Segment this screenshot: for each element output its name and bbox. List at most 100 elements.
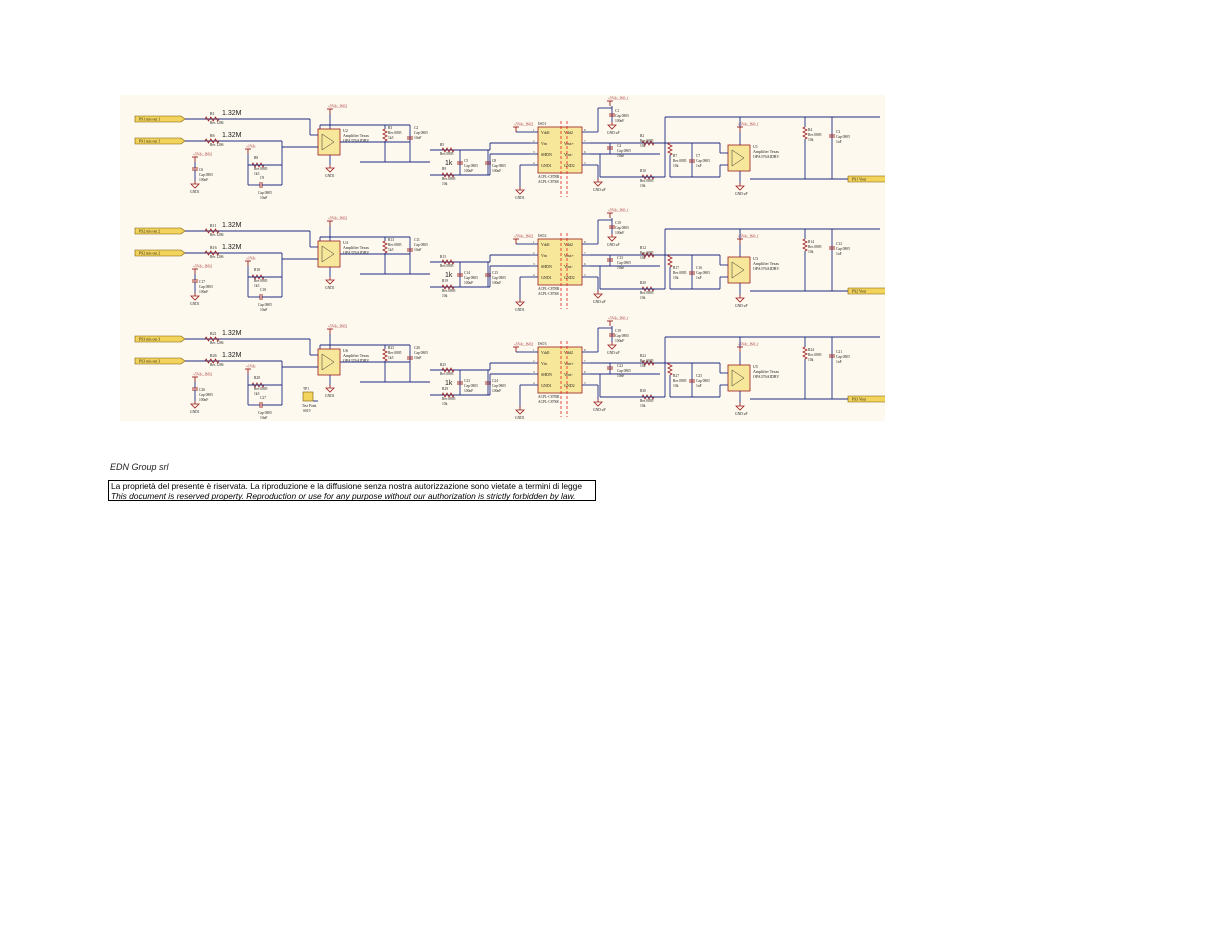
resistor-ref: R7: [673, 154, 677, 158]
iso-part: ACPL-C87BR: [538, 287, 560, 291]
capacitor-ref: C5: [464, 159, 468, 163]
capacitor-value: 1nF: [696, 164, 702, 168]
resistor-ref: R19: [442, 279, 448, 283]
supply-label: +5Vdc_ISO2: [328, 325, 347, 329]
resistor-pkg: Res 0805: [673, 379, 687, 383]
resistor-value: 10k: [442, 402, 448, 406]
iso-pin-label: Vdd1: [541, 130, 550, 135]
capacitor-ref: C19: [615, 329, 621, 333]
resistor-value: 1k: [445, 160, 453, 167]
capacitor-pkg: Cap 0805: [696, 271, 710, 275]
resistor-pkg: Res 0805: [673, 271, 687, 275]
ground-label: GND uP: [593, 300, 605, 304]
ground-label: GND1: [190, 302, 200, 306]
ground-symbol: [593, 293, 603, 299]
ground-symbol: [515, 189, 525, 195]
iso-pin-number: 5: [584, 161, 586, 165]
iso-pin-number: 3: [533, 370, 535, 374]
ground-label: GND uP: [593, 408, 605, 412]
opamp-symbol: [727, 144, 751, 172]
iso-pin-label: GND1: [541, 275, 552, 280]
resistor-pkg: Res 0805: [254, 167, 268, 171]
resistor-pkg: Res 1206: [210, 363, 224, 367]
capacitor-value: 10nF: [617, 374, 624, 378]
supply-label: +5Vdc_ISO_f: [608, 209, 629, 213]
resistor-value: 10k: [442, 182, 448, 186]
resistor-ref: R16: [210, 245, 217, 250]
resistor-ref: R6: [210, 133, 215, 138]
ground-label: GND1: [325, 286, 335, 290]
capacitor-value: 100nF: [615, 231, 624, 235]
opamp-symbol: [317, 128, 341, 156]
resistor-value: 10k: [640, 364, 646, 368]
iso-pin-number: 8: [584, 348, 586, 352]
capacitor-pkg: Cap 0805: [615, 226, 629, 230]
iso-pin-label: SHDN: [541, 152, 552, 157]
iso-pin-number: 1: [533, 128, 535, 132]
ground-label: GND uP: [607, 243, 619, 247]
supply-label: +5Vdc_ISO2: [328, 217, 347, 221]
resistor-pkg: Res 0805: [640, 179, 654, 183]
resistor-pkg: Res 0805: [640, 139, 654, 143]
ground-symbol: [325, 387, 335, 393]
iso-pin-label: Vin: [541, 141, 547, 146]
capacitor-pkg: Cap 0805: [492, 164, 506, 168]
capacitor-pkg: Cap 0805: [617, 149, 631, 153]
resistor-value: 10k: [640, 256, 646, 260]
resistor-pkg: Res 1206: [210, 255, 224, 259]
capacitor-ref: C16: [696, 266, 702, 270]
capacitor-ref: C27: [260, 396, 266, 400]
iso-pin-number: 8: [584, 240, 586, 244]
supply-label: +5Vdc_ISO_f: [608, 317, 629, 321]
iso-pin-number: 2: [533, 359, 535, 363]
resistor-value: 1k5: [254, 172, 260, 176]
capacitor-value: 10nF: [414, 248, 421, 252]
iso-pin-label: Vdd2: [564, 242, 573, 247]
capacitor-pkg: Cap 0805: [836, 355, 850, 359]
capacitor-pkg: Cap 0805: [258, 191, 272, 195]
capacitor-pkg: Cap 0805: [617, 261, 631, 265]
resistor-pkg: Res 0805: [673, 159, 687, 163]
resistor-pkg: Res 0805: [388, 131, 402, 135]
capacitor-ref: C12: [836, 242, 842, 246]
resistor-value: 1k5: [388, 356, 394, 360]
net-port-label: PS3 mis out 3: [139, 338, 160, 342]
resistor-ref: R12: [640, 246, 646, 250]
disclaimer-box: La proprietà del presente è riservata. L…: [108, 480, 596, 501]
iso-pin-label: Vout+: [564, 253, 574, 258]
resistor-R14: [802, 238, 808, 252]
net-port-label: PS1 mis out 1: [139, 140, 160, 144]
resistor-pkg: Res 1206: [210, 143, 224, 147]
channel-ch1: PS1 mis out 1 PS1 mis out 1 R1 Res 1206 1.32…: [134, 97, 885, 200]
iso-ref: ISO2: [538, 233, 546, 238]
ground-symbol: [735, 297, 745, 303]
capacitor-ref: C10: [615, 221, 621, 225]
iso-pin-number: 5: [584, 381, 586, 385]
iso-pin-label: Vin: [541, 253, 547, 258]
capacitor-ref: C18: [260, 288, 266, 292]
capacitor-ref: C1: [615, 109, 619, 113]
resistor-R3: [382, 128, 388, 142]
iso-pin-label: GND1: [541, 383, 552, 388]
iso-pin-label: Vdd1: [541, 350, 550, 355]
resistor-value: 10k: [442, 294, 448, 298]
resistor-value: 1k5: [388, 136, 394, 140]
resistor-ref: R26: [210, 353, 217, 358]
resistor-pkg: Res 0805: [640, 399, 654, 403]
opamp-symbol: [317, 240, 341, 268]
ground-symbol: [607, 124, 617, 130]
ground-label: GND1: [515, 416, 525, 420]
resistor-pkg: Res 0805: [808, 133, 822, 137]
resistor-ref: R13: [388, 238, 394, 242]
iso-pin-number: 7: [584, 251, 586, 255]
resistor-ref: R30: [640, 389, 646, 393]
capacitor-value: 1nF: [836, 252, 842, 256]
net-port-label: PS1 mis out 1: [139, 118, 160, 122]
resistor-R23: [382, 348, 388, 362]
resistor-R4: [802, 126, 808, 140]
iso-pin-label: Vout-: [564, 152, 573, 157]
iso-pin-number: 1: [533, 348, 535, 352]
iso-pin-number: 7: [584, 139, 586, 143]
resistor-R24: [802, 346, 808, 360]
supply-label: +1Vdc: [246, 257, 256, 261]
